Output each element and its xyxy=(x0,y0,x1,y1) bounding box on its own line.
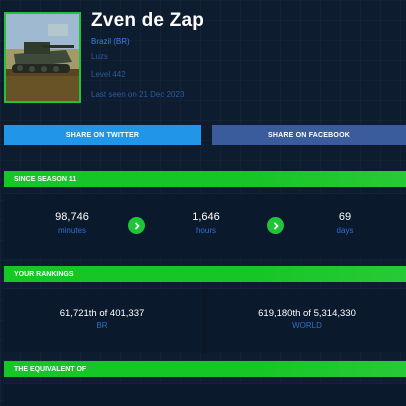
equivalent-panel xyxy=(4,383,406,406)
minutes-stat: 98,746 minutes xyxy=(22,211,122,235)
days-stat: 69 days xyxy=(295,211,395,235)
page: Zven de Zap Brazil (BR) Luzs Level 442 L… xyxy=(0,0,406,406)
next-hours-button[interactable] xyxy=(128,217,145,234)
hours-value: 1,646 xyxy=(192,211,220,223)
equivalent-header: THE EQUIVALENT OF xyxy=(4,361,406,377)
country-label: Brazil (BR) xyxy=(91,37,130,46)
last-seen-label: Last seen on 21 Dec 2023 xyxy=(91,90,185,99)
days-unit: days xyxy=(336,226,354,235)
world-rank-value: 619,180th of 5,314,330 xyxy=(258,308,356,319)
world-rank: 619,180th of 5,314,330 WORLD xyxy=(212,308,402,330)
avatar xyxy=(4,12,81,103)
country-rank-label: BR xyxy=(96,321,108,330)
country-rank: 61,721th of 401,337 BR xyxy=(7,308,197,330)
chevron-right-icon xyxy=(273,221,279,230)
country-rank-value: 61,721th of 401,337 xyxy=(59,308,145,319)
share-facebook-label: SHARE ON FACEBOOK xyxy=(268,131,350,139)
equivalent-title: THE EQUIVALENT OF xyxy=(14,365,87,373)
tank-image xyxy=(6,14,79,101)
since-season-header: SINCE SEASON 11 xyxy=(4,171,406,187)
share-twitter-label: SHARE ON TWITTER xyxy=(65,131,140,139)
share-facebook-button[interactable]: SHARE ON FACEBOOK xyxy=(212,125,406,145)
level-label: Level 442 xyxy=(91,70,126,79)
next-days-button[interactable] xyxy=(267,217,284,234)
hours-unit: hours xyxy=(195,226,216,235)
rank-divider xyxy=(203,289,207,353)
minutes-value: 98,746 xyxy=(55,211,89,223)
world-rank-label: WORLD xyxy=(292,321,322,330)
minutes-unit: minutes xyxy=(57,226,86,235)
since-season-title: SINCE SEASON 11 xyxy=(14,175,77,183)
realm-label: Luzs xyxy=(91,52,108,61)
chevron-right-icon xyxy=(134,221,140,230)
rankings-panel: 61,721th of 401,337 BR 619,180th of 5,31… xyxy=(4,288,406,353)
days-value: 69 xyxy=(338,211,352,223)
since-season-panel: 98,746 minutes 1,646 hours 69 days xyxy=(4,193,406,258)
hours-stat: 1,646 hours xyxy=(156,211,256,235)
share-twitter-button[interactable]: SHARE ON TWITTER xyxy=(4,125,201,145)
rankings-header: YOUR RANKINGS xyxy=(4,266,406,282)
rankings-title: YOUR RANKINGS xyxy=(14,270,74,278)
player-name: Zven de Zap xyxy=(91,10,205,31)
